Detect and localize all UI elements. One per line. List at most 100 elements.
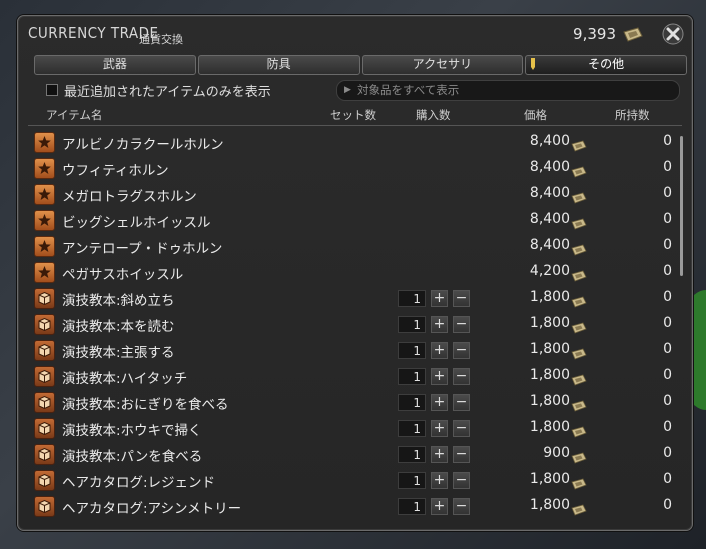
- tab-label: 武器: [102, 57, 127, 71]
- decrement-button[interactable]: −: [453, 342, 470, 359]
- list-item[interactable]: ビッグシェルホイッスル 8,400 0: [28, 207, 674, 233]
- owned-count: 0: [663, 393, 672, 409]
- list-item[interactable]: 演技教本:おにぎりを食べる 1 + − 1,800 0: [28, 389, 674, 415]
- list-item[interactable]: 演技教本:パンを食べる 1 + − 900 0: [28, 441, 674, 467]
- decrement-button[interactable]: −: [453, 446, 470, 463]
- increment-button[interactable]: +: [431, 472, 448, 489]
- col-set-count: セット数: [330, 108, 376, 122]
- currency-icon: [571, 293, 587, 308]
- increment-button[interactable]: +: [431, 368, 448, 385]
- scroll-thumb[interactable]: [680, 136, 683, 276]
- box-item-icon: [34, 340, 55, 361]
- quantity-input[interactable]: 1: [398, 472, 426, 489]
- item-price: 1,800: [529, 315, 570, 331]
- window-subtitle: 通貨交換: [139, 33, 183, 46]
- quantity-input[interactable]: 1: [398, 420, 426, 437]
- col-purchase-qty: 購入数: [416, 108, 451, 122]
- item-list: アルビノカラクールホルン 8,400 0 ウフィティホルン 8,400 0 メガロトラグスホ…: [28, 129, 674, 521]
- item-name: ビッグシェルホイッスル: [62, 215, 211, 231]
- owned-count: 0: [663, 341, 672, 357]
- decrement-button[interactable]: −: [453, 472, 470, 489]
- list-item[interactable]: 演技教本:ホウキで掃く 1 + − 1,800 0: [28, 415, 674, 441]
- list-item[interactable]: メガロトラグスホルン 8,400 0: [28, 181, 674, 207]
- decrement-button[interactable]: −: [453, 394, 470, 411]
- list-item[interactable]: 演技教本:斜め立ち 1 + − 1,800 0: [28, 285, 674, 311]
- tab-weapons[interactable]: 武器: [34, 55, 196, 75]
- list-item[interactable]: アンテロープ・ドゥホルン 8,400 0: [28, 233, 674, 259]
- currency-icon: [571, 449, 587, 464]
- owned-count: 0: [663, 237, 672, 253]
- list-item[interactable]: ペガサスホイッスル 4,200 0: [28, 259, 674, 285]
- currency-icon: [571, 267, 587, 282]
- decrement-button[interactable]: −: [453, 290, 470, 307]
- tab-accessories[interactable]: アクセサリ: [361, 55, 524, 75]
- decrement-button[interactable]: −: [453, 420, 470, 437]
- item-price: 1,800: [529, 471, 570, 487]
- currency-icon: [571, 475, 587, 490]
- decrement-button[interactable]: −: [453, 498, 470, 515]
- item-name: 演技教本:斜め立ち: [62, 293, 175, 309]
- box-item-icon: [34, 288, 55, 309]
- item-price: 8,400: [529, 211, 570, 227]
- currency-icon: [571, 319, 587, 334]
- filter-placeholder: 対象品をすべて表示: [357, 83, 460, 97]
- quantity-input[interactable]: 1: [398, 316, 426, 333]
- item-name: ヘアカタログ:レジェンド: [62, 475, 216, 491]
- quantity-input[interactable]: 1: [398, 342, 426, 359]
- recent-only-checkbox[interactable]: [46, 84, 58, 96]
- star-item-icon: [34, 132, 55, 153]
- col-price: 価格: [524, 108, 547, 122]
- item-price: 1,800: [529, 367, 570, 383]
- increment-button[interactable]: +: [431, 498, 448, 515]
- item-price: 1,800: [529, 393, 570, 409]
- quantity-input[interactable]: 1: [398, 394, 426, 411]
- item-price: 8,400: [529, 237, 570, 253]
- owned-count: 0: [663, 211, 672, 227]
- item-price: 8,400: [529, 133, 570, 149]
- star-item-icon: [34, 262, 55, 283]
- owned-count: 0: [663, 445, 672, 461]
- list-item[interactable]: アルビノカラクールホルン 8,400 0: [28, 129, 674, 155]
- header-divider: [28, 125, 682, 126]
- quantity-input[interactable]: 1: [398, 446, 426, 463]
- increment-button[interactable]: +: [431, 342, 448, 359]
- currency-icon: [623, 27, 643, 42]
- recent-only-label: 最近追加されたアイテムのみを表示: [64, 85, 271, 100]
- currency-icon: [571, 137, 587, 152]
- item-price: 900: [543, 445, 570, 461]
- tab-label: 防具: [266, 57, 291, 71]
- increment-button[interactable]: +: [431, 446, 448, 463]
- list-item[interactable]: 演技教本:本を読む 1 + − 1,800 0: [28, 311, 674, 337]
- box-item-icon: [34, 366, 55, 387]
- box-item-icon: [34, 314, 55, 335]
- list-item[interactable]: ヘアカタログ:アシンメトリー 1 + − 1,800 0: [28, 493, 674, 519]
- item-name: 演技教本:ホウキで掃く: [62, 423, 202, 439]
- increment-button[interactable]: +: [431, 394, 448, 411]
- titlebar[interactable]: CURRENCY TRADE 通貨交換 9,393: [18, 16, 692, 52]
- list-item[interactable]: 演技教本:ハイタッチ 1 + − 1,800 0: [28, 363, 674, 389]
- currency-icon: [571, 241, 587, 256]
- star-item-icon: [34, 210, 55, 231]
- item-filter-dropdown[interactable]: ▶ 対象品をすべて表示: [336, 80, 680, 101]
- item-price: 1,800: [529, 419, 570, 435]
- list-item[interactable]: ウフィティホルン 8,400 0: [28, 155, 674, 181]
- scrollbar[interactable]: [680, 128, 684, 520]
- decrement-button[interactable]: −: [453, 316, 470, 333]
- box-item-icon: [34, 392, 55, 413]
- item-price: 1,800: [529, 341, 570, 357]
- star-item-icon: [34, 236, 55, 257]
- tab-armor[interactable]: 防具: [197, 55, 360, 75]
- item-price: 4,200: [529, 263, 570, 279]
- list-item[interactable]: 演技教本:主張する 1 + − 1,800 0: [28, 337, 674, 363]
- quantity-input[interactable]: 1: [398, 290, 426, 307]
- tab-other[interactable]: その他: [525, 55, 687, 75]
- increment-button[interactable]: +: [431, 316, 448, 333]
- quantity-input[interactable]: 1: [398, 498, 426, 515]
- list-item[interactable]: ヘアカタログ:レジェンド 1 + − 1,800 0: [28, 467, 674, 493]
- decrement-button[interactable]: −: [453, 368, 470, 385]
- item-name: 演技教本:ハイタッチ: [62, 371, 188, 387]
- increment-button[interactable]: +: [431, 420, 448, 437]
- increment-button[interactable]: +: [431, 290, 448, 307]
- quantity-input[interactable]: 1: [398, 368, 426, 385]
- close-icon[interactable]: [661, 22, 685, 46]
